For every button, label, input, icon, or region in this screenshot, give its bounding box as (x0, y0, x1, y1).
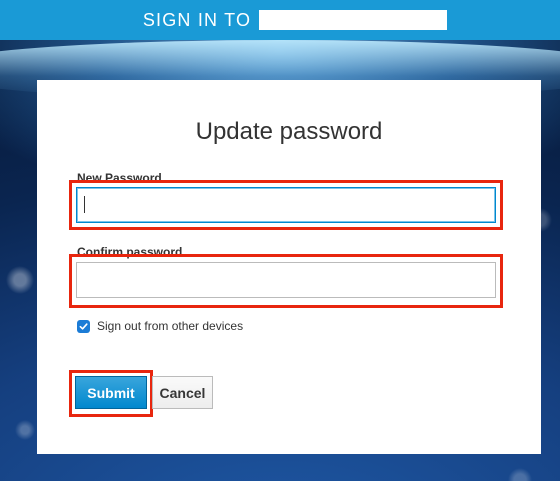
page-title: Update password (195, 118, 383, 145)
cancel-button[interactable]: Cancel (152, 376, 213, 409)
header-bar: SIGN IN TO (0, 0, 560, 40)
update-password-card: Update password New Password Confirm pas… (37, 80, 541, 454)
new-password-wrapper (76, 187, 496, 223)
confirm-password-input[interactable] (76, 262, 496, 298)
checkmark-icon (79, 322, 88, 330)
realm-name-redacted (259, 10, 448, 30)
text-caret (84, 196, 85, 213)
signout-checkbox-row[interactable]: Sign out from other devices (77, 319, 243, 333)
new-password-input[interactable] (76, 187, 496, 223)
signout-checkbox-label: Sign out from other devices (97, 319, 244, 333)
signout-checkbox[interactable] (77, 319, 90, 333)
submit-button[interactable]: Submit (75, 376, 147, 409)
sign-in-title: SIGN IN TO (142, 9, 252, 30)
